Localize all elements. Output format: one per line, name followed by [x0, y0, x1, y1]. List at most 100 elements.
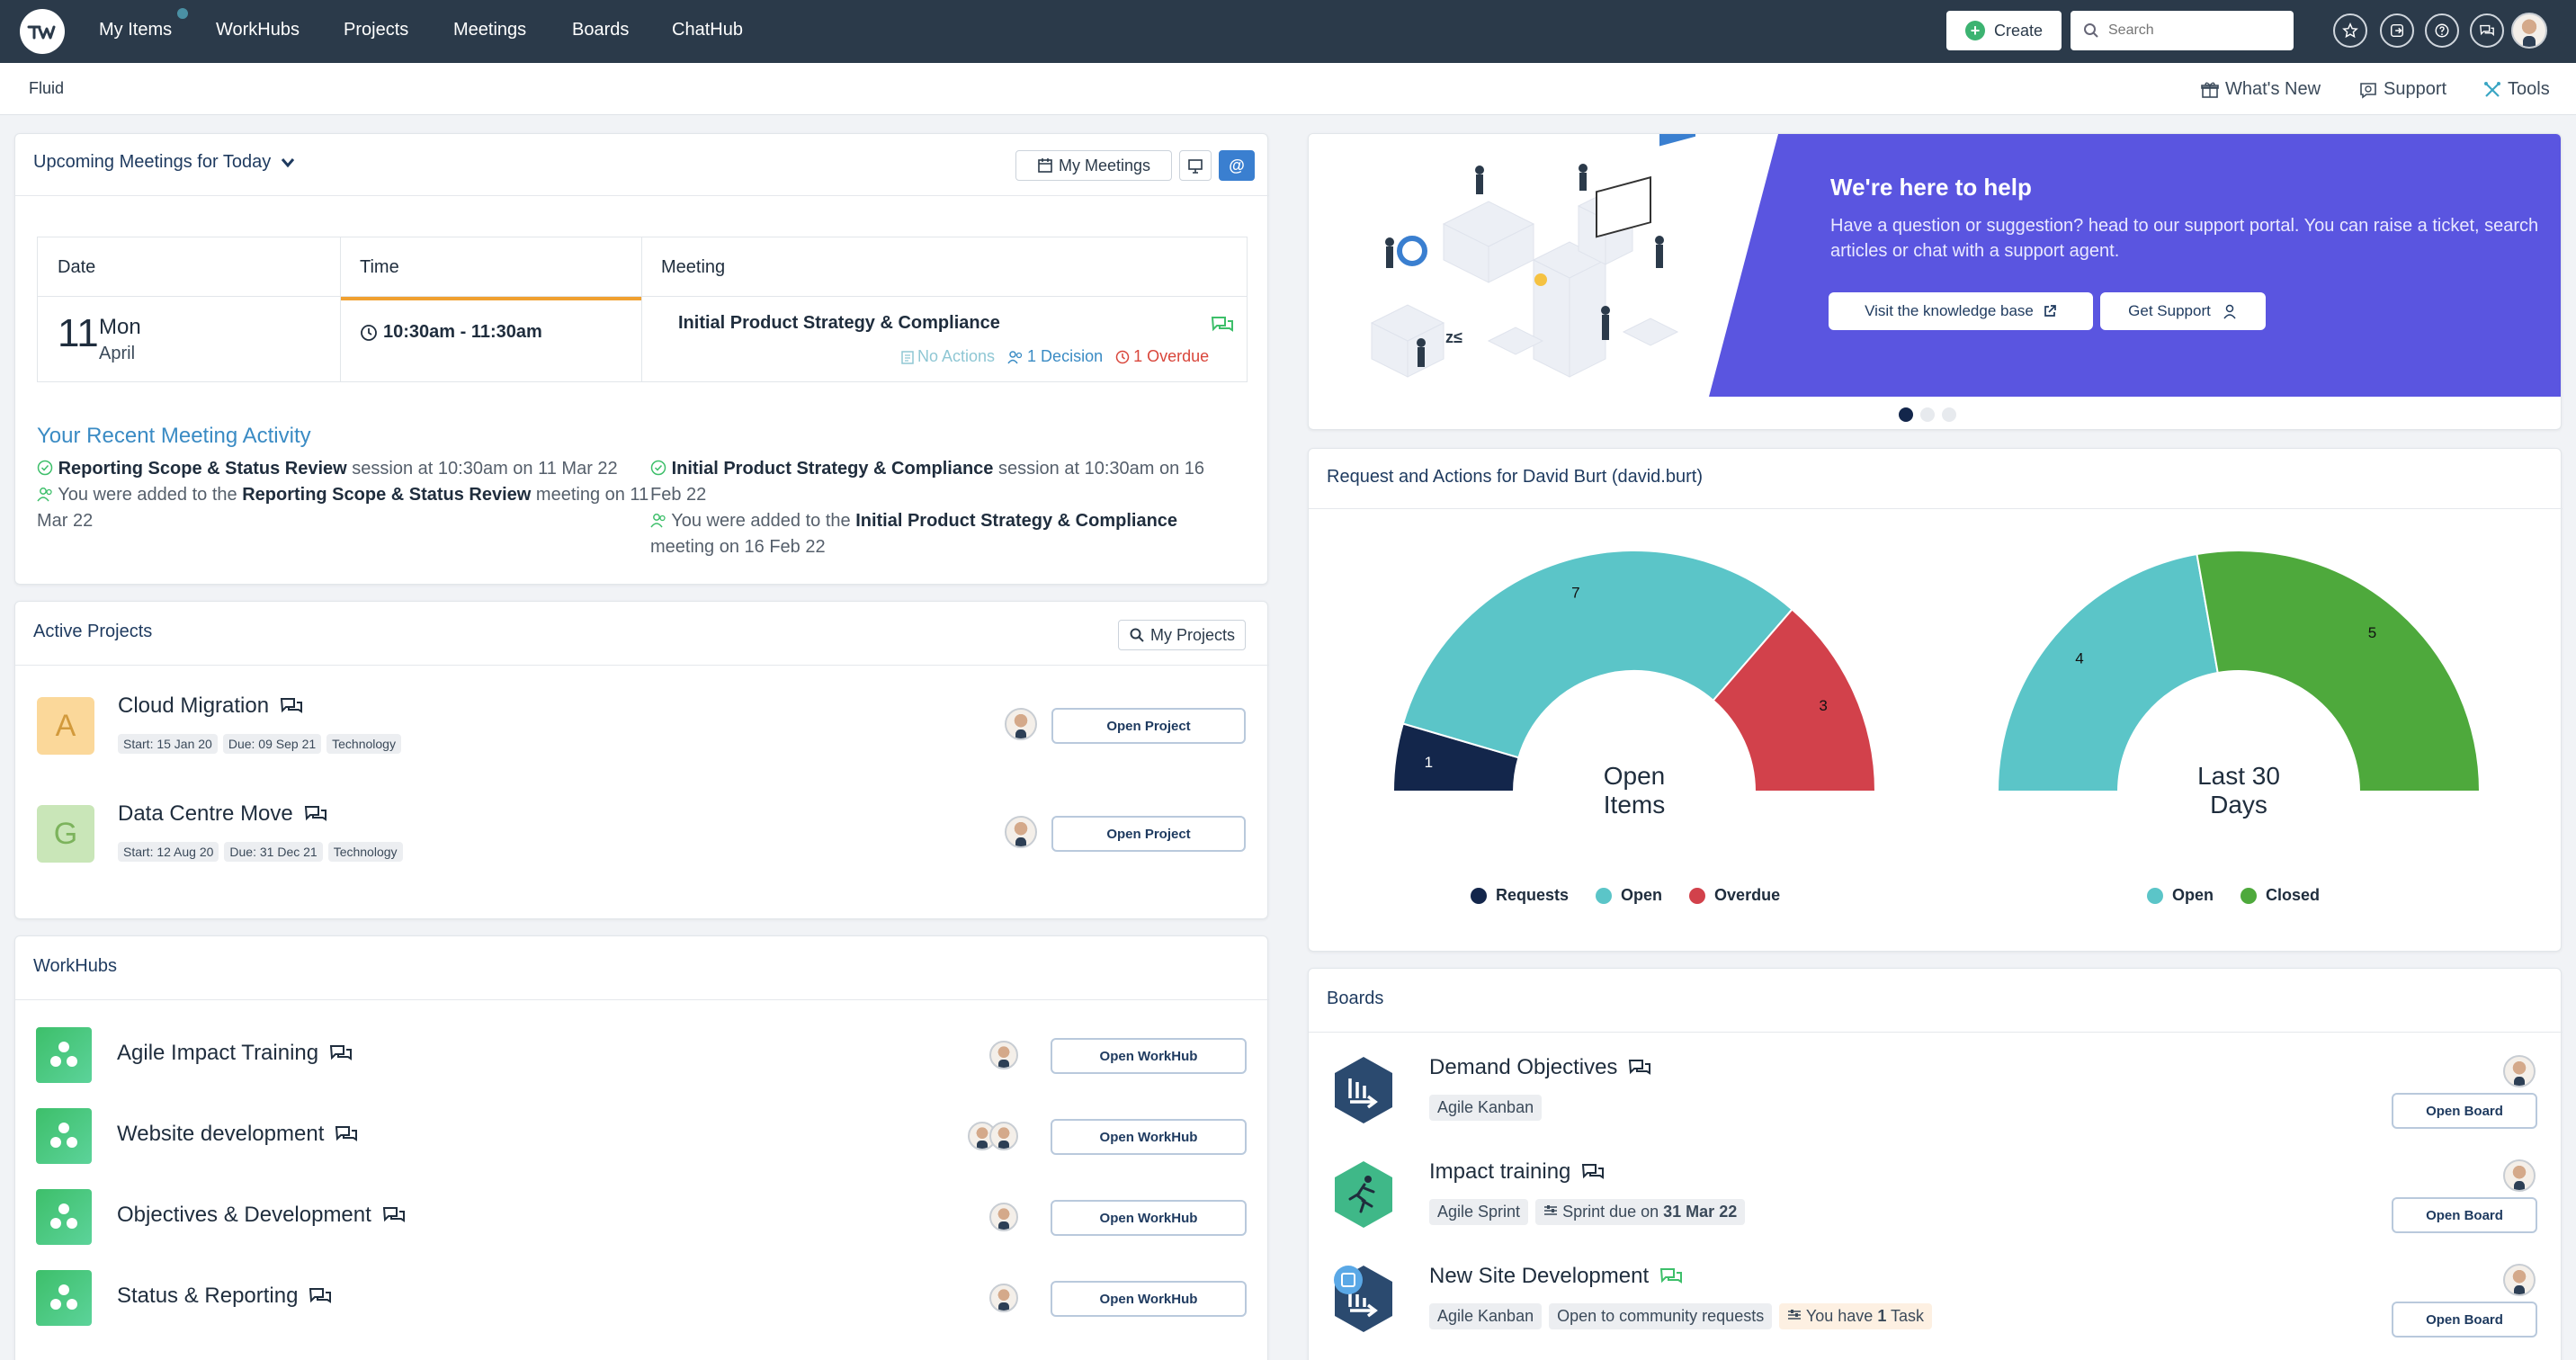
- favorites-star-icon[interactable]: [2333, 13, 2367, 48]
- decision-label: 1 Decision: [1027, 347, 1104, 365]
- project-name[interactable]: Data Centre Move: [118, 801, 327, 827]
- logo-icon: [27, 25, 56, 40]
- board-member-avatar[interactable]: [2503, 1055, 2536, 1087]
- chat-icon[interactable]: [304, 804, 327, 824]
- search-input[interactable]: [2108, 22, 2279, 39]
- help-icon[interactable]: [2425, 13, 2459, 48]
- search-box[interactable]: [2071, 11, 2294, 50]
- open-workhub-button[interactable]: Open WorkHub: [1051, 1119, 1247, 1155]
- legend-item-open[interactable]: Open: [2147, 886, 2214, 905]
- workhub-name-text: Objectives & Development: [117, 1203, 371, 1227]
- meeting-chat-icon[interactable]: [1211, 315, 1234, 335]
- chart-segment-open[interactable]: [1401, 550, 1793, 759]
- nav-workhubs[interactable]: WorkHubs: [216, 0, 300, 63]
- open-board-button[interactable]: Open Board: [2392, 1093, 2537, 1129]
- open-project-button[interactable]: Open Project: [1051, 816, 1246, 852]
- board-member-avatar[interactable]: [2503, 1159, 2536, 1192]
- chat-icon[interactable]: [335, 1124, 358, 1144]
- workhub-member-avatar[interactable]: [989, 1284, 1018, 1312]
- knowledge-base-button[interactable]: Visit the knowledge base: [1829, 292, 2093, 330]
- get-support-label: Get Support: [2128, 302, 2211, 319]
- carousel-dots: [1899, 407, 1956, 422]
- decision-stat[interactable]: 1 Decision: [1007, 347, 1103, 366]
- nav-my-items[interactable]: My Items: [99, 0, 172, 63]
- open-board-button[interactable]: Open Board: [2392, 1197, 2537, 1233]
- workhub-member-avatar[interactable]: [989, 1041, 1018, 1069]
- time-progress-bar: [341, 297, 641, 300]
- board-name[interactable]: Impact training: [1429, 1159, 1605, 1185]
- workhub-name[interactable]: Objectives & Development: [117, 1203, 406, 1228]
- tools-link[interactable]: Tools: [2482, 79, 2550, 100]
- project-member-avatar[interactable]: [1005, 708, 1037, 740]
- board-tags: Agile Kanban Open to community requests …: [1429, 1303, 1939, 1329]
- legend-item-closed[interactable]: Closed: [2241, 886, 2320, 905]
- community-requests-tag: Open to community requests: [1549, 1303, 1773, 1329]
- overdue-stat[interactable]: 1 Overdue: [1115, 347, 1209, 366]
- open-workhub-button[interactable]: Open WorkHub: [1051, 1281, 1247, 1317]
- chart-segment-open[interactable]: [1996, 552, 2219, 792]
- legend-item-requests[interactable]: Requests: [1471, 886, 1569, 905]
- chat-icon[interactable]: [1581, 1162, 1605, 1182]
- activity-item[interactable]: You were added to the Reporting Scope & …: [37, 482, 666, 534]
- user-avatar[interactable]: [2511, 13, 2547, 49]
- carousel-dot[interactable]: [1920, 407, 1935, 422]
- board-name-text: Demand Objectives: [1429, 1055, 1618, 1079]
- chart-segment-closed[interactable]: [2196, 550, 2482, 792]
- workhub-name[interactable]: Status & Reporting: [117, 1284, 332, 1309]
- activity-meeting-name: Reporting Scope & Status Review: [58, 459, 347, 479]
- open-workhub-button[interactable]: Open WorkHub: [1051, 1038, 1247, 1074]
- activity-item[interactable]: Initial Product Strategy & Compliance se…: [650, 456, 1226, 508]
- project-name[interactable]: Cloud Migration: [118, 693, 303, 719]
- nav-boards[interactable]: Boards: [572, 0, 629, 63]
- workspace-title[interactable]: Fluid: [29, 79, 64, 98]
- presentation-icon: [1188, 159, 1203, 174]
- nav-chathub[interactable]: ChatHub: [672, 0, 743, 63]
- open-project-button[interactable]: Open Project: [1051, 708, 1246, 744]
- workhub-name[interactable]: Agile Impact Training: [117, 1041, 353, 1066]
- meetings-title-dropdown[interactable]: Upcoming Meetings for Today: [33, 152, 296, 173]
- task-count-tag[interactable]: You have 1 Task: [1779, 1303, 1933, 1329]
- chat-icon[interactable]: [2470, 13, 2504, 48]
- chat-icon[interactable]: [280, 696, 303, 716]
- workhub-name[interactable]: Website development: [117, 1122, 358, 1147]
- open-workhub-button[interactable]: Open WorkHub: [1051, 1200, 1247, 1236]
- workhub-member-avatar[interactable]: [989, 1122, 1018, 1150]
- board-member-avatar[interactable]: [2503, 1264, 2536, 1296]
- carousel-dot-active[interactable]: [1899, 407, 1913, 422]
- integrations-icon[interactable]: [2380, 13, 2414, 48]
- requests-charts: 1 7 3 OpenItems 4 5 Last 30Days: [1391, 550, 2482, 819]
- meeting-name[interactable]: Initial Product Strategy & Compliance: [678, 313, 1000, 334]
- project-member-avatar[interactable]: [1005, 816, 1037, 848]
- chat-icon[interactable]: [309, 1286, 332, 1306]
- column-header-date: Date: [58, 257, 96, 277]
- chart-value-label: 7: [1571, 584, 1579, 601]
- board-name[interactable]: New Site Development: [1429, 1264, 1683, 1289]
- my-projects-button[interactable]: My Projects: [1118, 620, 1246, 650]
- get-support-button[interactable]: Get Support: [2100, 292, 2266, 330]
- activity-text: You were added to the: [671, 511, 856, 531]
- workhub-member-avatar[interactable]: [989, 1203, 1018, 1231]
- chat-icon[interactable]: [382, 1205, 406, 1225]
- board-name[interactable]: Demand Objectives: [1429, 1055, 1651, 1080]
- activity-item[interactable]: You were added to the Initial Product St…: [650, 508, 1226, 560]
- meetings-title: Upcoming Meetings for Today: [33, 152, 272, 172]
- whats-new-link[interactable]: What's New: [2200, 79, 2321, 100]
- carousel-dot[interactable]: [1942, 407, 1956, 422]
- legend-item-open[interactable]: Open: [1596, 886, 1662, 905]
- open-board-button[interactable]: Open Board: [2392, 1302, 2537, 1338]
- app-logo[interactable]: [20, 9, 65, 54]
- presentation-view-button[interactable]: [1179, 150, 1212, 181]
- nav-meetings[interactable]: Meetings: [453, 0, 526, 63]
- activity-item[interactable]: Reporting Scope & Status Review session …: [37, 456, 666, 482]
- chart-center-label: Days: [2210, 791, 2267, 819]
- my-meetings-button[interactable]: My Meetings: [1015, 150, 1172, 181]
- email-view-button[interactable]: @: [1219, 150, 1255, 181]
- nav-projects[interactable]: Projects: [344, 0, 408, 63]
- chat-icon[interactable]: [1628, 1058, 1651, 1078]
- create-button[interactable]: + Create: [1946, 11, 2062, 50]
- chat-icon[interactable]: [329, 1043, 353, 1063]
- support-link[interactable]: Support: [2358, 79, 2446, 100]
- chat-icon[interactable]: [1659, 1266, 1683, 1286]
- legend-item-overdue[interactable]: Overdue: [1689, 886, 1780, 905]
- no-actions-stat[interactable]: No Actions: [901, 347, 995, 366]
